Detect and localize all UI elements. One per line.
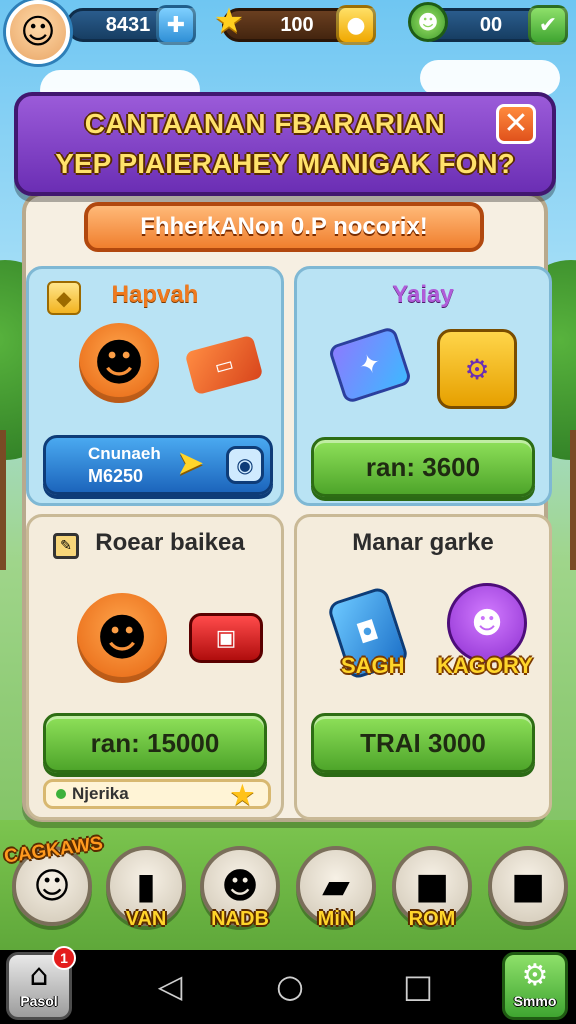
- preview-icon[interactable]: ◉: [226, 446, 264, 484]
- offer-card-hapvah[interactable]: ◆ Hapvah ☻ ▭ Cnunaeh M6250 ➤ ◉: [26, 266, 284, 506]
- red-cannon-icon: ▣: [189, 613, 263, 663]
- item-label: KAGORY: [437, 653, 533, 678]
- banner-title-line1: CANTAANAN FBARARIAN: [84, 108, 446, 139]
- purple-monster-icon: ☻: [447, 583, 527, 663]
- back-icon[interactable]: ◁: [152, 968, 188, 1004]
- system-nav-bar: ◁ ○ □: [0, 950, 576, 1024]
- orange-box-icon: ■: [414, 865, 449, 907]
- add-coins-button[interactable]: ●: [336, 5, 376, 45]
- button-label-line1: Cnunaeh: [88, 444, 161, 463]
- claim-button[interactable]: Cnunaeh M6250 ➤ ◉: [43, 435, 273, 495]
- star-icon: ★: [213, 1, 245, 41]
- buy-button[interactable]: ran: 3600: [311, 437, 535, 497]
- category-label: ROM: [408, 908, 456, 930]
- buy-button[interactable]: ran: 15000: [43, 713, 267, 773]
- blue-cat-icon: ☻: [221, 865, 259, 907]
- cylinder-icon: ▮: [136, 865, 156, 907]
- subtitle-ribbon: FhherkANon 0.P nocorix!: [84, 202, 484, 252]
- orange-pet-icon: ☻: [77, 593, 167, 683]
- stars-value: 100: [280, 13, 314, 36]
- status-dot: [56, 789, 66, 799]
- gems-value: 8431: [105, 13, 151, 36]
- subtitle-text: FhherkANon 0.P nocorix!: [140, 213, 428, 240]
- category-more[interactable]: ■: [488, 846, 568, 926]
- card-title: Roear baikea: [95, 529, 245, 556]
- buy-button-label: ran: 3600: [365, 451, 481, 482]
- category-label: MiN: [317, 908, 355, 930]
- house-icon: ⌂: [29, 958, 49, 993]
- banner-title-line2: YEP PIAIERAHEY MANIGAK FON?: [55, 148, 515, 179]
- check-icon: ✔: [538, 12, 558, 38]
- button-label-line2: M6250: [88, 466, 144, 486]
- green-value: 00: [479, 13, 503, 36]
- category-label: NADB: [211, 908, 269, 930]
- offer-card-yaiay[interactable]: Yaiay ✦ ⚙ ran: 3600: [294, 266, 552, 506]
- plus-icon: ✚: [166, 12, 186, 38]
- boy-face-icon: ☺: [20, 12, 56, 52]
- notification-badge: 1: [52, 946, 76, 970]
- boy-face-icon: ☺: [33, 865, 71, 907]
- arrow-right-icon: ➤: [176, 443, 205, 483]
- ticket-icon: ▭: [184, 334, 264, 396]
- player-avatar[interactable]: ☺: [6, 0, 70, 64]
- coin-icon: ●: [346, 12, 366, 38]
- orange-pet-icon: ☻: [79, 323, 159, 403]
- home-circle-icon[interactable]: ○: [272, 968, 308, 1004]
- title-banner: CANTAANAN FBARARIAN YEP PIAIERAHEY MANIG…: [14, 92, 556, 196]
- buy-button[interactable]: TRAI 3000: [311, 713, 535, 773]
- recent-apps-icon[interactable]: □: [400, 968, 436, 1004]
- cloud: [420, 60, 560, 96]
- crystal-box-icon: ✦: [327, 325, 413, 405]
- gear-icon: ⚙: [521, 958, 549, 993]
- star-icon: ★: [230, 780, 254, 810]
- orange-cube-icon: ■: [510, 865, 545, 907]
- status-text: Njerika: [72, 784, 129, 803]
- close-icon: ✕: [503, 106, 529, 141]
- card-title: Hapvah: [111, 281, 199, 308]
- card-title: Yaiay: [392, 281, 454, 308]
- battery-icon: ▰: [322, 865, 350, 907]
- robot-toy-icon: ⚙: [437, 329, 517, 409]
- add-gems-button[interactable]: ✚: [156, 5, 196, 45]
- status-bar: Njerika ★: [43, 779, 271, 810]
- category-label: VAN: [125, 908, 167, 930]
- green-creature-icon: ☻: [408, 2, 448, 42]
- buy-button-label: ran: 15000: [90, 727, 220, 758]
- offer-card-manar[interactable]: Manar garke ◘ ☻ SAGH KAGORY TRAI 3000: [294, 514, 552, 820]
- item-label: SAGH: [341, 653, 405, 678]
- check-button[interactable]: ✔: [528, 5, 568, 45]
- offer-card-roear[interactable]: ✎ Roear baikea ☻ ▣ ran: 15000 Njerika ★: [26, 514, 284, 820]
- settings-button-label: Smmo: [513, 993, 557, 1009]
- home-button-label: Pasol: [20, 993, 58, 1009]
- buy-button-label: TRAI 3000: [360, 727, 486, 758]
- settings-button[interactable]: ⚙ Smmo: [502, 952, 568, 1020]
- card-title: Manar garke: [352, 529, 494, 556]
- top-hud: 8431 ✚ 100 ★ ● 00 ☻ ✔ ☺: [0, 0, 576, 64]
- close-button[interactable]: ✕: [496, 104, 536, 144]
